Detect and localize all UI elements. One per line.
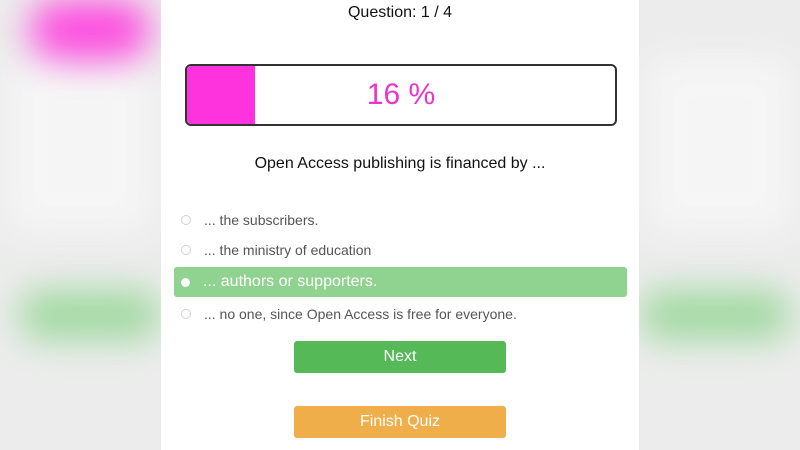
answer-label: ... the subscribers.	[204, 212, 319, 228]
quiz-panel: Question: 1 / 4 16 % Open Access publish…	[161, 0, 639, 450]
finish-quiz-button[interactable]: Finish Quiz	[294, 406, 506, 438]
background-blur-right	[650, 60, 790, 230]
answer-option[interactable]: ... authors or supporters.	[174, 267, 627, 297]
radio-button[interactable]	[181, 309, 191, 319]
radio-button[interactable]	[181, 277, 190, 287]
progress-label: 16 %	[366, 78, 436, 111]
answer-options: ... the subscribers. ... the ministry of…	[174, 205, 627, 329]
background-blur-green-right	[640, 290, 790, 340]
background-blur-magenta	[30, 0, 150, 60]
answer-option[interactable]: ... the subscribers.	[174, 205, 627, 235]
next-button[interactable]: Next	[294, 341, 506, 373]
answer-option[interactable]: ... no one, since Open Access is free fo…	[174, 299, 627, 329]
answer-option[interactable]: ... the ministry of education	[174, 235, 627, 265]
answer-label: ... authors or supporters.	[203, 273, 378, 290]
answer-label: ... no one, since Open Access is free fo…	[204, 306, 517, 322]
background-blur-left	[10, 60, 150, 230]
question-counter: Question: 1 / 4	[347, 4, 453, 21]
question-text: Open Access publishing is financed by ..…	[254, 155, 546, 172]
background-blur-green-left	[20, 290, 160, 340]
answer-label: ... the ministry of education	[204, 242, 372, 258]
progress-bar: 16 %	[185, 64, 617, 126]
radio-button[interactable]	[181, 245, 191, 255]
radio-button[interactable]	[181, 215, 191, 225]
